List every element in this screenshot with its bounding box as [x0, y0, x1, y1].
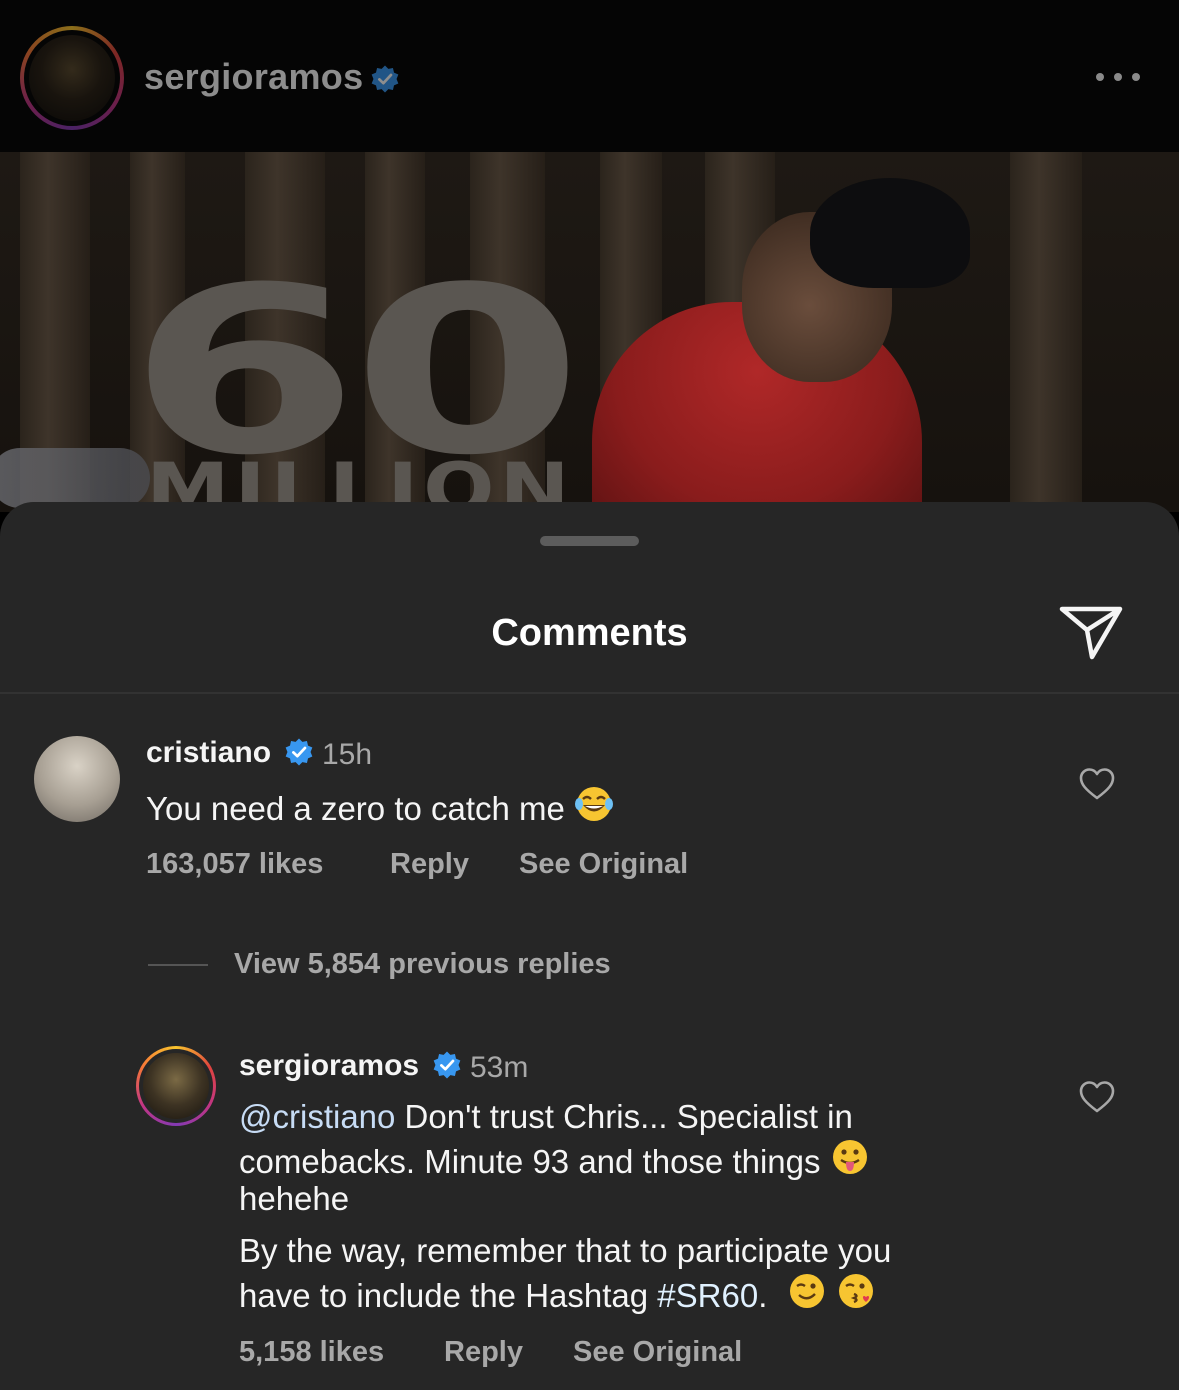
reply-text-part: .: [758, 1277, 768, 1314]
sheet-grabber-handle[interactable]: [540, 536, 639, 546]
person-cap: [810, 178, 970, 288]
joy-emoji-icon: [575, 787, 614, 821]
comment-text: You need a zero to catch me: [146, 784, 614, 829]
wink-emoji-icon: [789, 1274, 824, 1308]
post-image[interactable]: 60 MILLION: [0, 152, 1179, 512]
reply-text-line-1: @cristiano Don't trust Chris... Speciali…: [239, 1096, 853, 1137]
comment-username[interactable]: cristiano: [146, 736, 271, 770]
reply-button[interactable]: Reply: [444, 1336, 523, 1369]
replies-line: [148, 964, 208, 966]
comments-sheet: Comments cristiano 15h You need a zero t…: [0, 502, 1179, 1390]
kiss-emoji-icon: [838, 1274, 873, 1308]
comment-text-body: You need a zero to catch me: [146, 790, 565, 827]
commenter-avatar[interactable]: [34, 736, 120, 822]
hashtag-link[interactable]: #SR60: [657, 1277, 758, 1314]
post-header: sergioramos: [0, 0, 1179, 152]
more-horizontal-icon[interactable]: [1096, 70, 1140, 84]
reply-text-part: have to include the Hashtag: [239, 1277, 658, 1314]
reply-username[interactable]: sergioramos: [239, 1049, 419, 1083]
mention-link[interactable]: @cristiano: [239, 1098, 395, 1135]
reply-text-line-5: have to include the Hashtag #SR60.: [239, 1271, 876, 1316]
reply-text-line-4: By the way, remember that to participate…: [239, 1232, 892, 1269]
reply-time: 53m: [470, 1051, 529, 1084]
reply-likes[interactable]: 5,158 likes: [239, 1336, 384, 1369]
post-author-avatar[interactable]: [20, 26, 124, 130]
see-original-button[interactable]: See Original: [519, 848, 688, 881]
send-icon[interactable]: [1058, 604, 1124, 662]
post-username[interactable]: sergioramos: [144, 56, 399, 98]
comment-likes[interactable]: 163,057 likes: [146, 848, 323, 881]
view-previous-replies-button[interactable]: View 5,854 previous replies: [234, 948, 611, 981]
reply-text-part: Don't trust Chris... Specialist in: [395, 1098, 853, 1135]
reply-author-avatar[interactable]: [136, 1046, 216, 1126]
sheet-divider: [0, 692, 1179, 694]
reply-text-line-2: comebacks. Minute 93 and those things: [239, 1137, 870, 1182]
like-heart-icon[interactable]: [1079, 1080, 1115, 1114]
verified-badge-icon: [371, 65, 399, 93]
reply-text-part: comebacks. Minute 93 and those things: [239, 1143, 821, 1180]
post-username-text[interactable]: sergioramos: [144, 56, 363, 97]
like-heart-icon[interactable]: [1079, 767, 1115, 801]
verified-badge-icon: [433, 1051, 461, 1079]
tongue-emoji-icon: [832, 1140, 867, 1174]
see-original-button[interactable]: See Original: [573, 1336, 742, 1369]
verified-badge-icon: [285, 738, 313, 766]
tree-trunk: [1010, 152, 1082, 512]
comment-time: 15h: [322, 738, 373, 771]
comments-title: Comments: [491, 612, 688, 654]
reply-button[interactable]: Reply: [390, 848, 469, 881]
reply-text-line-3: hehehe: [239, 1180, 350, 1217]
